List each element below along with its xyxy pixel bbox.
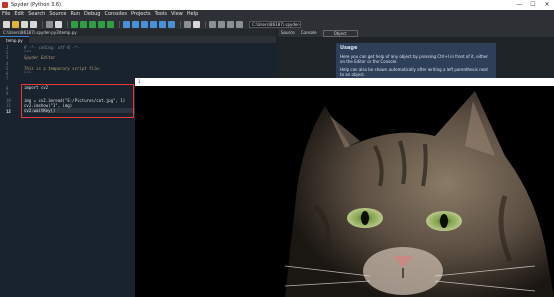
menu-tools[interactable]: Tools bbox=[155, 10, 167, 19]
toolbar: C:\Users\86187\.spyder-py3 bbox=[0, 19, 554, 29]
cat-photo-illustration bbox=[135, 86, 554, 297]
toolbar-separator bbox=[42, 20, 43, 28]
tab-temp-py[interactable]: temp.py bbox=[0, 36, 29, 43]
open-file-icon[interactable] bbox=[12, 20, 19, 28]
run-cell-advance-icon[interactable] bbox=[98, 20, 105, 28]
continue-icon[interactable] bbox=[159, 20, 166, 28]
save-all-icon[interactable] bbox=[30, 20, 37, 28]
step-into-icon[interactable] bbox=[141, 20, 148, 28]
step-return-icon[interactable] bbox=[150, 20, 157, 28]
image-window[interactable]: 1 bbox=[135, 78, 554, 297]
menu-source[interactable]: Source bbox=[49, 10, 66, 19]
working-directory-field[interactable]: C:\Users\86187\.spyder-py3 bbox=[249, 20, 301, 28]
usage-title: Usage bbox=[340, 45, 358, 51]
help-source-label: Source bbox=[281, 30, 295, 35]
stop-debug-icon[interactable] bbox=[168, 20, 175, 28]
spyder-window: Spyder (Python 3.6) — ☐ ✕ File Edit Sear… bbox=[0, 0, 554, 297]
line-number-gutter: 1 2 3 4 5 6 7 8 9 10 11 12 bbox=[0, 43, 18, 297]
menu-run[interactable]: Run bbox=[70, 10, 80, 19]
run-selection-icon[interactable] bbox=[107, 20, 114, 28]
line-number: 9 bbox=[6, 91, 9, 97]
maximize-pane-icon[interactable] bbox=[184, 20, 191, 28]
menu-debug[interactable]: Debug bbox=[84, 10, 100, 19]
new-file-icon[interactable] bbox=[3, 20, 10, 28]
help-console-option[interactable]: Console bbox=[301, 29, 317, 37]
cat-image bbox=[135, 86, 554, 297]
spyder-logo-icon bbox=[2, 2, 8, 8]
toolbar-separator bbox=[205, 20, 206, 28]
line-number-current: 12 bbox=[6, 109, 11, 114]
toolbar-separator bbox=[180, 20, 181, 28]
maximize-button[interactable]: ☐ bbox=[526, 0, 540, 10]
usage-text: Here you can get help of any object by p… bbox=[340, 54, 489, 64]
list-icon[interactable] bbox=[55, 20, 62, 28]
menu-bar: File Edit Search Source Run Debug Consol… bbox=[0, 10, 554, 19]
debug-icon[interactable] bbox=[123, 20, 130, 28]
save-icon[interactable] bbox=[21, 20, 28, 28]
run-icon[interactable] bbox=[71, 20, 78, 28]
toolbar-separator bbox=[119, 20, 120, 28]
help-pane-header: Source Console Object bbox=[278, 29, 554, 37]
menu-edit[interactable]: Edit bbox=[14, 10, 24, 19]
window-title: Spyder (Python 3.6) bbox=[11, 2, 61, 8]
python-path-icon[interactable] bbox=[218, 20, 225, 28]
run-cell-icon[interactable] bbox=[89, 20, 96, 28]
wrench-icon[interactable] bbox=[209, 20, 216, 28]
highlight-annotation-box bbox=[21, 84, 134, 118]
toolbar-separator bbox=[67, 20, 68, 28]
close-button[interactable]: ✕ bbox=[540, 0, 554, 10]
title-bar: Spyder (Python 3.6) — ☐ ✕ bbox=[0, 0, 554, 10]
menu-help[interactable]: Help bbox=[187, 10, 198, 19]
image-window-title: 1 bbox=[138, 79, 141, 84]
menu-projects[interactable]: Projects bbox=[131, 10, 151, 19]
menu-view[interactable]: View bbox=[171, 10, 183, 19]
menu-consoles[interactable]: Consoles bbox=[104, 10, 126, 19]
line-number: 11 bbox=[6, 103, 11, 109]
help-object-field[interactable]: Object bbox=[322, 29, 358, 37]
menu-file[interactable]: File bbox=[2, 10, 10, 19]
fullscreen-icon[interactable] bbox=[193, 20, 200, 28]
run-file-icon[interactable] bbox=[80, 20, 87, 28]
menu-search[interactable]: Search bbox=[28, 10, 45, 19]
line-number: 7 bbox=[6, 76, 9, 82]
image-window-titlebar[interactable]: 1 bbox=[135, 78, 554, 86]
back-arrow-icon[interactable] bbox=[227, 20, 234, 28]
editor-file-path: C:\Users\86187\.spyder-py3\temp.py bbox=[0, 29, 276, 36]
minimize-button[interactable]: — bbox=[512, 0, 526, 10]
forward-arrow-icon[interactable] bbox=[236, 20, 243, 28]
step-icon[interactable] bbox=[132, 20, 139, 28]
editor-tab-bar: temp.py bbox=[0, 36, 276, 43]
usage-text-secondary: Help can also be shown automatically aft… bbox=[340, 67, 488, 77]
at-icon[interactable] bbox=[46, 20, 53, 28]
